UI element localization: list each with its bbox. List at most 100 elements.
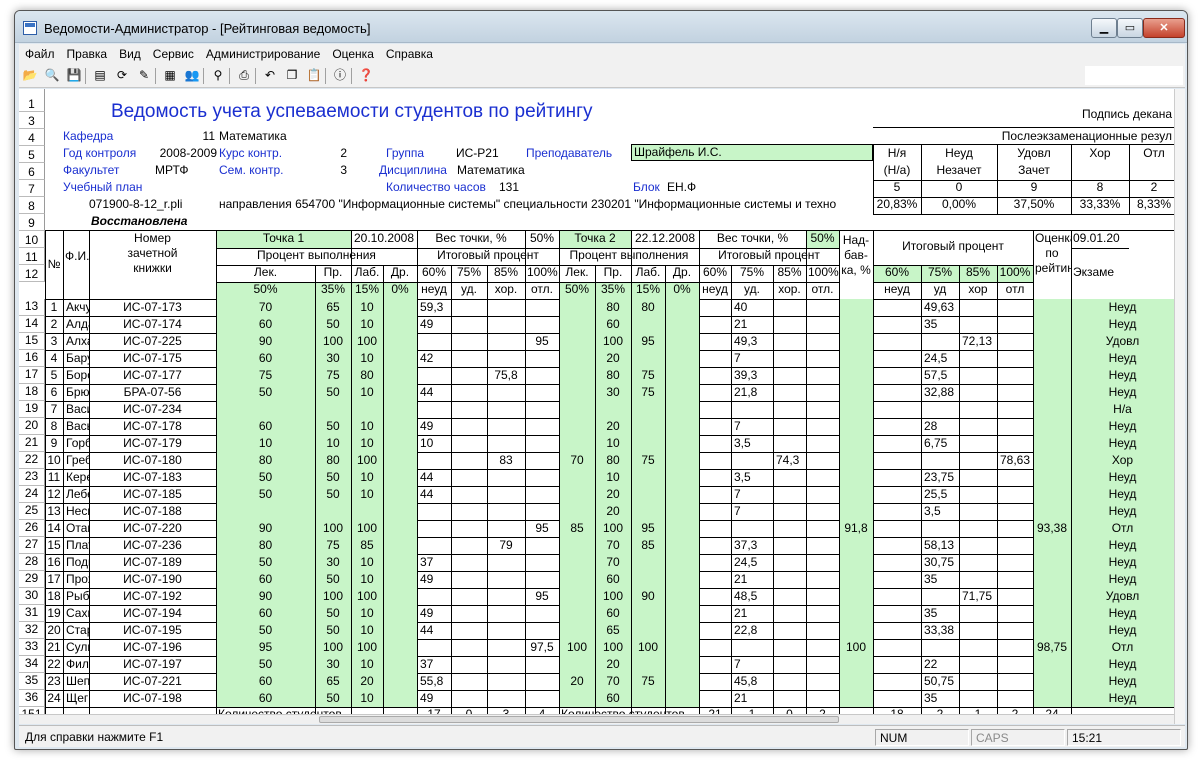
row-header[interactable]: 32 [19,622,45,639]
student-book[interactable]: ИС-07-183 [89,469,216,486]
row-header[interactable]: 19 [19,401,45,418]
grade-cell[interactable] [873,469,921,486]
student-name[interactable]: Платонадзе Ц.Д. [63,537,89,554]
student-name[interactable]: Васьков А.А. [63,418,89,435]
grade-cell[interactable] [525,605,559,622]
grade-cell[interactable]: 20 [595,486,631,503]
grade-cell[interactable] [806,639,839,656]
grade-cell[interactable] [997,316,1033,333]
grade-cell[interactable] [451,384,487,401]
grade-cell[interactable] [559,401,595,418]
users-icon[interactable]: 👥 [183,67,201,84]
grade-cell[interactable] [487,418,525,435]
grade-cell[interactable]: 49 [417,418,451,435]
grade-cell[interactable] [487,673,525,690]
grade-cell[interactable] [451,333,487,350]
grade-cell[interactable]: Неуд [1071,537,1174,554]
grade-cell[interactable]: 13 [45,503,63,520]
student-name[interactable]: Филатов А.Е. [63,656,89,673]
grade-cell[interactable] [383,384,417,401]
grade-cell[interactable] [315,401,351,418]
grade-cell[interactable]: 49 [417,571,451,588]
grade-cell[interactable] [839,384,873,401]
grade-cell[interactable]: 44 [417,486,451,503]
grade-cell[interactable]: Отл [1071,520,1174,537]
grade-cell[interactable] [559,622,595,639]
student-book[interactable]: ИС-07-177 [89,367,216,384]
grade-cell[interactable] [417,367,451,384]
copy-icon[interactable]: ❐ [283,67,301,84]
grade-cell[interactable] [731,401,773,418]
grade-cell[interactable] [806,656,839,673]
grade-cell[interactable] [806,469,839,486]
grade-cell[interactable] [1033,401,1071,418]
grade-cell[interactable]: 50 [315,384,351,401]
grade-cell[interactable] [665,537,699,554]
grade-cell[interactable] [631,316,665,333]
grade-cell[interactable] [665,554,699,571]
grade-cell[interactable]: 60 [216,316,315,333]
grade-cell[interactable] [1033,350,1071,367]
grade-cell[interactable] [487,622,525,639]
grade-cell[interactable] [773,554,806,571]
grade-cell[interactable]: 22 [921,656,959,673]
grade-cell[interactable] [806,452,839,469]
grade-cell[interactable] [216,401,315,418]
student-name[interactable]: Нескоромный А.А. [63,503,89,520]
grade-cell[interactable] [525,656,559,673]
grade-cell[interactable] [699,622,731,639]
grade-cell[interactable] [699,350,731,367]
grade-cell[interactable]: 100 [315,520,351,537]
horizontal-scrollbar[interactable] [19,714,1174,724]
grade-cell[interactable]: 50 [315,316,351,333]
grade-cell[interactable] [487,333,525,350]
grade-cell[interactable] [839,435,873,452]
student-book[interactable]: ИС-07-194 [89,605,216,622]
menu-item-2[interactable]: Вид [113,44,147,61]
student-book[interactable]: БРА-07-56 [89,384,216,401]
grade-cell[interactable] [451,299,487,316]
grade-cell[interactable]: Неуд [1071,690,1174,707]
grade-cell[interactable] [1033,367,1071,384]
grade-cell[interactable]: Удовл [1071,588,1174,605]
grade-cell[interactable]: 65 [595,622,631,639]
grade-cell[interactable] [773,588,806,605]
grade-cell[interactable] [383,418,417,435]
grade-cell[interactable] [839,690,873,707]
grade-cell[interactable] [921,333,959,350]
student-book[interactable]: ИС-07-178 [89,418,216,435]
grade-cell[interactable]: 50 [315,690,351,707]
grade-cell[interactable]: 75 [631,452,665,469]
grade-cell[interactable]: 10 [216,435,315,452]
grade-cell[interactable] [997,350,1033,367]
grade-cell[interactable]: Н/а [1071,401,1174,418]
grade-cell[interactable] [806,690,839,707]
grade-cell[interactable] [997,537,1033,554]
grade-cell[interactable] [665,622,699,639]
grade-cell[interactable] [1033,486,1071,503]
row-header[interactable]: 35 [19,673,45,690]
grade-cell[interactable] [773,486,806,503]
grade-cell[interactable]: 80 [631,299,665,316]
row-header[interactable]: 30 [19,588,45,605]
grade-cell[interactable]: Неуд [1071,316,1174,333]
grade-cell[interactable] [806,554,839,571]
grade-cell[interactable] [559,350,595,367]
grade-cell[interactable]: 44 [417,469,451,486]
grade-cell[interactable] [559,690,595,707]
grade-cell[interactable] [1033,333,1071,350]
grade-cell[interactable]: 49 [417,316,451,333]
grade-cell[interactable]: 10 [351,418,383,435]
grade-cell[interactable]: 20 [45,622,63,639]
export-icon[interactable]: ▤ [91,67,109,84]
grade-cell[interactable] [873,537,921,554]
grade-cell[interactable]: 98,75 [1033,639,1071,656]
grade-cell[interactable]: 10 [351,384,383,401]
grade-cell[interactable] [921,520,959,537]
grade-cell[interactable]: 100 [595,520,631,537]
refresh-icon[interactable]: ⟳ [113,67,131,84]
grade-cell[interactable] [839,452,873,469]
grade-cell[interactable] [525,622,559,639]
grade-cell[interactable] [525,537,559,554]
student-book[interactable]: ИС-07-192 [89,588,216,605]
